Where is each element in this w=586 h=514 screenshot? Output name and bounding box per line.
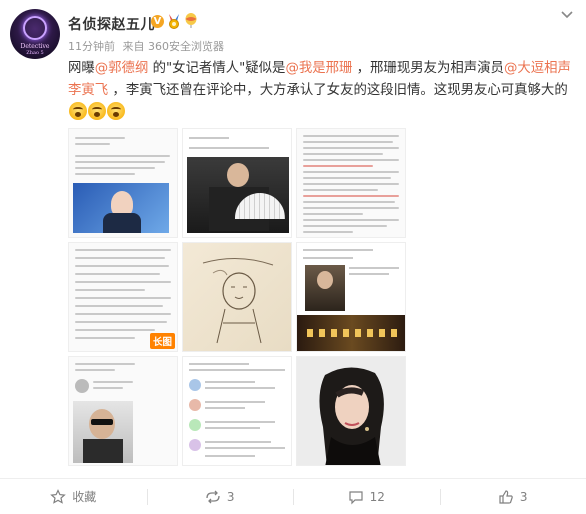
balloon-icon[interactable] xyxy=(184,13,198,29)
performer-fan-image xyxy=(187,157,289,233)
man-sunglasses-image xyxy=(73,401,133,463)
image-grid: 长图 xyxy=(68,128,406,468)
repost-icon xyxy=(206,490,220,503)
badge-group: V xyxy=(151,12,198,30)
screenshot-thumbnail-3[interactable] xyxy=(296,128,406,238)
repost-count: 3 xyxy=(226,489,235,504)
favorite-button[interactable]: 收藏 xyxy=(0,479,147,514)
chevron-down-icon[interactable] xyxy=(560,10,574,20)
screenshot-thumbnail-5[interactable] xyxy=(296,242,406,352)
shocked-emoji-icon xyxy=(69,102,87,120)
star-icon xyxy=(50,488,67,504)
content-text-1: 网曝 xyxy=(68,61,95,76)
favorite-label: 收藏 xyxy=(72,490,97,504)
mention-link[interactable]: @我是邢珊 xyxy=(285,61,352,76)
author-name[interactable]: 名侦探赵五儿 xyxy=(68,14,155,34)
sketch-drawing-image xyxy=(202,257,274,344)
post-content: 网曝@郭德纲 的"女记者情人"疑似是@我是邢珊 ，邢珊现男友为相声演员@大逗相声… xyxy=(68,58,573,124)
post-time[interactable]: 11分钟前 xyxy=(68,40,115,53)
mention-link[interactable]: @郭德纲 xyxy=(95,61,149,76)
medal-icon[interactable] xyxy=(166,13,182,29)
woman-portrait-image xyxy=(297,357,405,465)
stage-banner-image xyxy=(297,315,405,351)
repost-button[interactable]: 3 xyxy=(146,479,294,514)
action-bar: 收藏 3 12 3 xyxy=(0,478,586,514)
long-image-tag: 长图 xyxy=(149,333,175,349)
screenshot-thumbnail-1[interactable] xyxy=(68,128,178,238)
avatar-ring-icon xyxy=(23,16,47,40)
screenshot-thumbnail-4[interactable]: 长图 xyxy=(68,242,178,352)
content-text-2: 的"女记者情人"疑似是 xyxy=(148,61,286,76)
screenshot-thumbnail-2[interactable] xyxy=(182,128,292,238)
screenshot-thumbnail-7[interactable] xyxy=(182,356,292,466)
avatar-text-1: Detective xyxy=(20,43,50,50)
content-text-3: ，邢珊现男友为相声演员 xyxy=(352,61,504,76)
content-text-4: ，李寅飞还曾在评论中，大方承认了女友的这段旧情。这现男友心可真够大的 xyxy=(108,83,568,98)
comment-icon xyxy=(349,490,363,504)
sketch-drawing-thumbnail[interactable] xyxy=(182,242,292,352)
news-anchor-image xyxy=(73,183,169,233)
screenshot-thumbnail-6[interactable] xyxy=(68,356,178,466)
avatar[interactable]: Detective Zhao 5 xyxy=(10,9,60,59)
like-count: 3 xyxy=(519,489,528,504)
thumbs-up-icon xyxy=(499,489,513,504)
shocked-emoji-icon xyxy=(107,102,125,120)
comment-button[interactable]: 12 xyxy=(293,479,440,514)
shocked-emoji-icon xyxy=(88,102,106,120)
comment-count: 12 xyxy=(369,489,385,504)
verified-icon[interactable]: V xyxy=(151,14,164,28)
avatar-text-2: Zhao 5 xyxy=(26,50,44,56)
post-source: 来自 360安全浏览器 xyxy=(122,40,225,53)
like-button[interactable]: 3 xyxy=(439,479,586,514)
woman-portrait-thumbnail[interactable] xyxy=(296,356,406,466)
post-meta: 11分钟前 来自 360安全浏览器 xyxy=(68,38,228,54)
weibo-post-card: Detective Zhao 5 名侦探赵五儿 V 11分钟前 来自 360安全… xyxy=(0,0,586,514)
man-photo-image xyxy=(305,265,345,311)
